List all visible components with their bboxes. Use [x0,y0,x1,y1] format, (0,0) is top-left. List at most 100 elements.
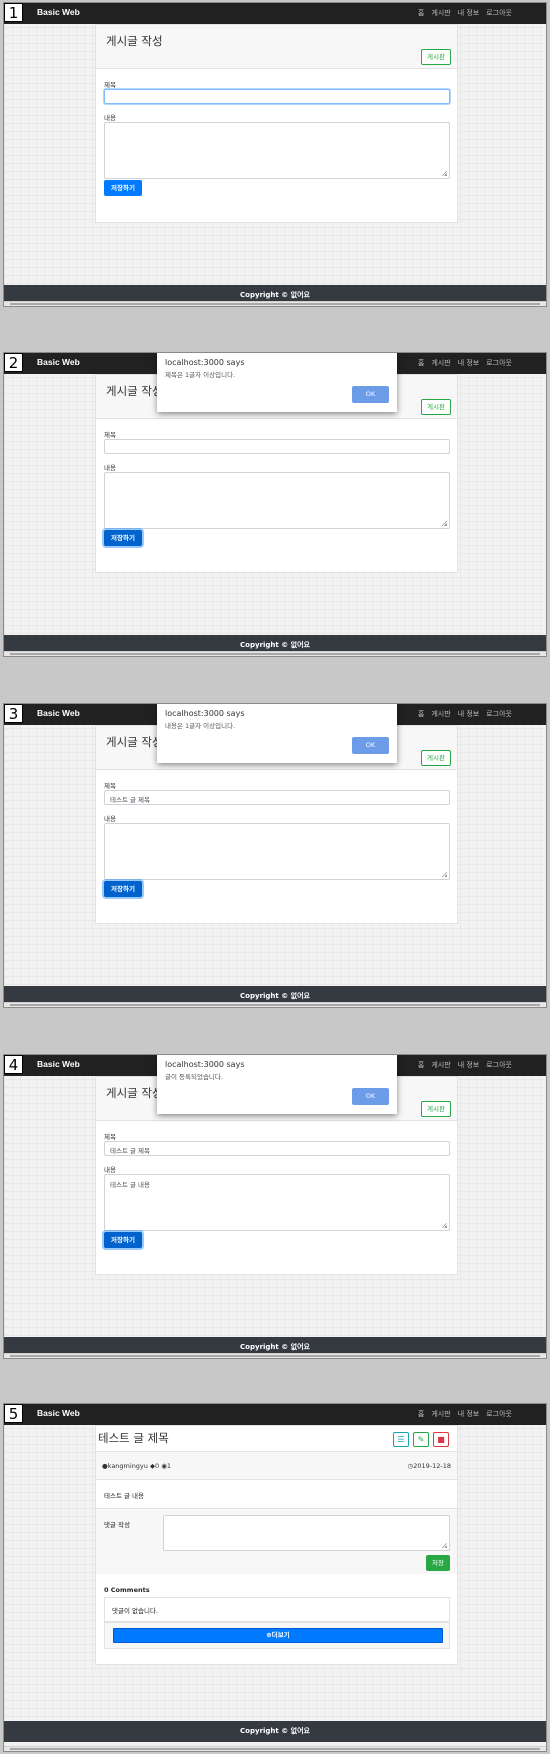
board-button[interactable]: 게시판 [421,1101,451,1117]
post-body: 테스트 글 내용 [104,1492,145,1500]
save-button[interactable]: 저장하기 [104,881,142,897]
horizontal-scrollbar[interactable] [4,301,546,306]
page-title: 게시글 작성 [106,1086,163,1100]
more-wrapper: ⊕더보기 [104,1622,450,1649]
content-value: 테스트 글 내용 [110,1181,151,1189]
screenshot-step-1: 1 Basic Web 홈 게시판 내 정보 로그아웃 게시글 작성 게시판 제목 내… [3,2,547,307]
brand-link[interactable]: Basic Web [37,708,80,718]
edit-icon: ✎ [417,1435,425,1444]
nav-profile[interactable]: 내 정보 [458,710,480,718]
delete-button[interactable]: ■ [433,1432,449,1447]
no-comments-box: 댓글이 없습니다. [104,1597,450,1622]
brand-link[interactable]: Basic Web [37,1408,80,1418]
save-button[interactable]: 저장하기 [104,530,142,546]
content-textarea[interactable]: 테스트 글 내용 [104,1174,450,1231]
nav-menu: 홈 게시판 내 정보 로그아웃 [411,358,512,368]
date-value: 2019-12-18 [413,1462,451,1470]
save-button[interactable]: 저장하기 [104,180,142,196]
nav-logout[interactable]: 로그아웃 [486,1061,512,1069]
dialog-message: 내용은 1글자 이상입니다. [165,722,236,730]
nav-profile[interactable]: 내 정보 [458,1410,480,1418]
nav-home[interactable]: 홈 [418,1410,424,1418]
screenshot-step-2: 2 Basic Web 홈 게시판 내 정보 로그아웃 localhost:3000 … [3,352,547,657]
nav-logout[interactable]: 로그아웃 [486,710,512,718]
dialog-ok-button[interactable]: OK [352,1088,389,1105]
nav-logout[interactable]: 로그아웃 [486,359,512,367]
dialog-title: localhost:3000 says [165,1060,245,1069]
list-button[interactable]: ☰ [393,1432,409,1447]
nav-logout[interactable]: 로그아웃 [486,1410,512,1418]
content-label: 내용 [104,114,116,122]
page-title: 게시글 작성 [106,735,163,749]
post-card: 테스트 글 제목 ☰ ✎ ■ ●kangmingyu ◆0 ◉1 ◷2019-1… [95,1425,458,1665]
dialog-ok-button[interactable]: OK [352,386,389,403]
alert-dialog: localhost:3000 says 제목은 1글자 이상입니다. OK [157,353,397,412]
screenshot-step-5: 5 Basic Web 홈 게시판 내 정보 로그아웃 테스트 글 제목 ☰ ✎ ■ … [3,1403,547,1752]
alert-dialog: localhost:3000 says 글이 등록되었습니다. OK [157,1055,397,1114]
title-label: 제목 [104,81,116,89]
more-button[interactable]: ⊕더보기 [113,1628,443,1643]
nav-profile[interactable]: 내 정보 [458,359,480,367]
title-input[interactable]: 테스트 글 제목 [104,1141,450,1156]
horizontal-scrollbar[interactable] [4,1746,546,1751]
navbar: Basic Web 홈 게시판 내 정보 로그아웃 [4,3,546,24]
nav-board[interactable]: 게시판 [431,1410,450,1418]
horizontal-scrollbar[interactable] [4,1353,546,1358]
board-button[interactable]: 게시판 [421,399,451,415]
trash-icon: ■ [437,1435,445,1444]
nav-home[interactable]: 홈 [418,9,424,17]
author: ●kangmingyu ◆0 ◉1 [102,1462,171,1470]
horizontal-scrollbar[interactable] [4,651,546,656]
title-input[interactable] [104,89,450,104]
resize-handle[interactable] [442,1543,447,1548]
title-input[interactable]: 테스트 글 제목 [104,790,450,805]
content-label: 내용 [104,1166,116,1174]
resize-handle[interactable] [442,171,447,176]
nav-logout[interactable]: 로그아웃 [486,9,512,17]
nav-menu: 홈 게시판 내 정보 로그아웃 [411,8,512,18]
content-textarea[interactable] [104,122,450,179]
comment-count: 0 [154,1462,160,1470]
brand-link[interactable]: Basic Web [37,1059,80,1069]
write-card: 게시글 작성 게시판 제목 내용 저장하기 [95,24,458,223]
view-count: 1 [166,1462,172,1470]
nav-board[interactable]: 게시판 [431,710,450,718]
brand-link[interactable]: Basic Web [37,357,80,367]
nav-home[interactable]: 홈 [418,1061,424,1069]
nav-home[interactable]: 홈 [418,710,424,718]
save-button[interactable]: 저장하기 [104,1232,142,1248]
title-input[interactable] [104,439,450,454]
horizontal-scrollbar[interactable] [4,1002,546,1007]
nav-home[interactable]: 홈 [418,359,424,367]
nav-menu: 홈 게시판 내 정보 로그아웃 [411,1409,512,1419]
dialog-title: localhost:3000 says [165,709,245,718]
board-button[interactable]: 게시판 [421,49,451,65]
step-number: 2 [4,353,23,372]
resize-handle[interactable] [442,872,447,877]
author-name: kangmingyu [107,1462,148,1470]
brand-link[interactable]: Basic Web [37,7,80,17]
content-textarea[interactable] [104,472,450,529]
nav-profile[interactable]: 내 정보 [458,1061,480,1069]
comment-form: 댓글 작성 저장 [96,1508,457,1574]
comments-header: 0 Comments [104,1586,150,1594]
post-header: 테스트 글 제목 ☰ ✎ ■ ●kangmingyu ◆0 ◉1 ◷2019-1… [96,1426,457,1480]
resize-handle[interactable] [442,1223,447,1228]
page-title: 게시글 작성 [106,384,163,398]
post-title: 테스트 글 제목 [98,1431,169,1445]
nav-profile[interactable]: 내 정보 [458,9,480,17]
resize-handle[interactable] [442,521,447,526]
content-textarea[interactable] [104,823,450,880]
comment-save-button[interactable]: 저장 [426,1555,450,1571]
edit-button[interactable]: ✎ [413,1432,429,1447]
nav-board[interactable]: 게시판 [431,1061,450,1069]
step-number: 4 [4,1055,23,1074]
board-button[interactable]: 게시판 [421,750,451,766]
content-label: 내용 [104,815,116,823]
nav-board[interactable]: 게시판 [431,359,450,367]
step-number: 1 [4,3,23,22]
comment-textarea[interactable] [163,1515,450,1551]
dialog-ok-button[interactable]: OK [352,737,389,754]
nav-board[interactable]: 게시판 [431,9,450,17]
title-label: 제목 [104,782,116,790]
